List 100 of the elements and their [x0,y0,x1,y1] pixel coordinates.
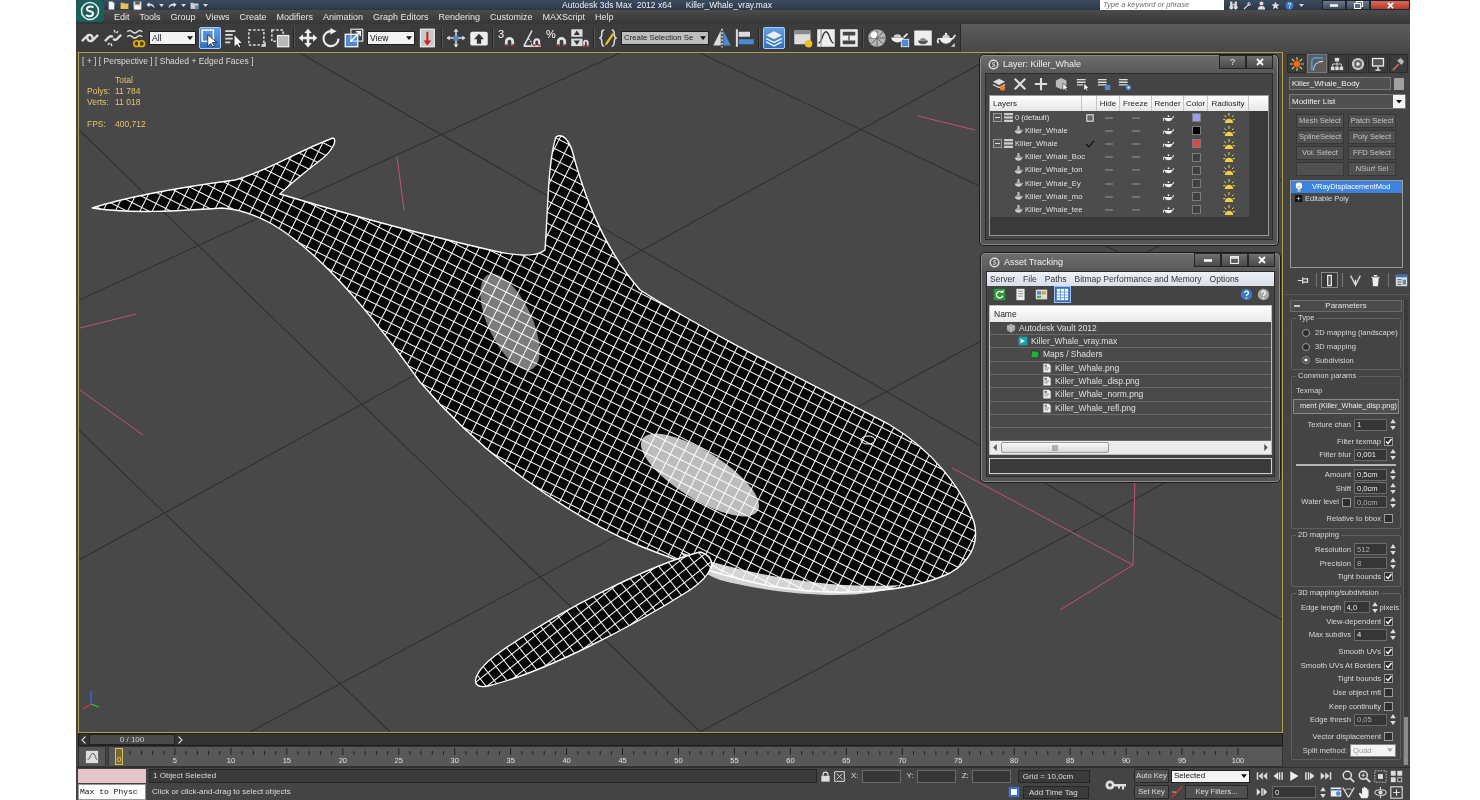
menu-item[interactable]: Rendering [438,11,481,23]
spinner-arrows-icon[interactable] [1390,469,1396,481]
hand-icon[interactable] [1358,786,1371,799]
rotate-icon[interactable] [321,28,341,48]
teapot-icon[interactable] [1162,166,1174,175]
teapot-icon[interactable] [1162,205,1174,214]
lock-icon[interactable] [820,770,831,782]
tree-row[interactable]: Maps / Shaders [990,348,1271,362]
zoom-all-icon[interactable] [1358,770,1371,783]
angle-snap-icon[interactable] [522,28,542,48]
stack-tool-button[interactable] [1320,272,1338,288]
coordinate-field[interactable] [916,769,956,783]
zoom-extents-all-icon[interactable] [1390,770,1403,783]
checkbox[interactable] [1384,688,1393,698]
align-icon[interactable] [735,28,755,48]
teapot-icon[interactable] [1162,126,1174,135]
spinner-arrows-icon[interactable] [1390,482,1396,494]
panel-tab[interactable] [1368,54,1388,73]
viewport[interactable] [78,52,1283,733]
sun-icon[interactable] [1222,138,1235,149]
caret-icon[interactable] [181,3,186,7]
question-icon[interactable] [1257,288,1270,302]
menu-item[interactable]: MAXScript [542,11,586,23]
close-button[interactable] [1248,253,1275,267]
new-file-icon[interactable] [107,0,116,10]
color-swatch-icon[interactable] [1191,192,1201,202]
cube-cursor-icon[interactable] [1055,77,1069,91]
menu-item[interactable]: Paths [1044,273,1067,284]
spinner-arrows-icon[interactable] [1390,449,1396,461]
time-tag-field[interactable]: Add Time Tag [1023,785,1089,799]
new-layer-icon[interactable] [992,77,1006,91]
chevron-left-icon[interactable] [81,735,86,744]
wrench-icon[interactable] [1243,0,1252,10]
checkbox[interactable] [1384,572,1393,582]
panel-tab[interactable] [1287,54,1307,73]
broken-chain-icon[interactable] [103,28,123,48]
menu-item[interactable]: File [1023,273,1037,284]
stack-tool-button[interactable] [1393,272,1410,288]
star-icon[interactable] [1271,0,1280,10]
spinner-arrows-icon[interactable] [1390,496,1396,508]
layer-manager-button[interactable] [763,27,785,49]
plus-icon[interactable] [1034,77,1048,91]
help-icon[interactable] [1240,288,1253,302]
play-icon[interactable] [1288,770,1300,782]
time-slider-thumb[interactable]: 0 / 100 [89,734,175,745]
coordinate-field[interactable] [861,769,901,783]
layers-dot-icon[interactable] [1118,77,1132,91]
minimize-button[interactable] [1322,0,1346,10]
window-crossing-icon[interactable] [270,28,290,48]
key-set-dropdown[interactable]: Selected [1171,769,1250,783]
minimize-button[interactable] [1194,253,1221,267]
sun-icon[interactable] [1222,125,1235,136]
move-icon[interactable] [298,28,318,48]
ribbon-window-icon[interactable] [793,28,813,48]
close-button[interactable] [1370,0,1410,10]
color-swatch-icon[interactable] [1191,113,1201,123]
menu-item[interactable]: Help [595,11,614,23]
radio-button[interactable] [1302,342,1310,351]
menu-item[interactable]: Animation [322,11,363,23]
sun-icon[interactable] [1222,152,1235,163]
caret-icon[interactable] [1299,3,1304,7]
teapot-icon[interactable] [1162,179,1174,188]
tree-row[interactable]: Killer_Whale_vray.max [990,335,1271,349]
checkmark-icon[interactable] [1084,139,1095,148]
vertical-scrollbar[interactable] [1403,300,1408,765]
menu-item[interactable]: Bitmap Performance and Memory [1074,273,1202,284]
sun-icon[interactable] [1222,112,1235,123]
listener-input-field[interactable]: Max to Physc [78,784,146,800]
collapse-box-icon[interactable] [993,113,1002,123]
collapse-box-icon[interactable] [993,139,1002,149]
crosshair-icon[interactable] [446,28,466,48]
checkbox[interactable] [1384,616,1393,626]
wave-chain-icon[interactable] [126,28,146,48]
teapot-icon[interactable] [1162,139,1174,148]
spinner-arrows-icon[interactable] [1390,629,1396,641]
color-swatch-icon[interactable] [1191,205,1201,215]
teapot-icon[interactable] [1162,153,1174,162]
spinner-arrows-icon[interactable] [1390,543,1396,555]
rendered-frame-icon[interactable] [913,28,933,48]
person-icon[interactable] [1257,0,1266,10]
app-logo-icon[interactable] [76,0,104,22]
caret-icon[interactable] [159,3,164,7]
close-button[interactable] [1246,55,1273,69]
checkbox[interactable] [1384,436,1393,446]
go-to-end-icon[interactable] [1320,770,1332,782]
checkbox[interactable] [1384,647,1393,657]
panel-tab[interactable] [1348,54,1368,73]
checkbox[interactable] [1384,514,1393,524]
maximize-button[interactable] [1221,253,1248,267]
radio-button[interactable] [1302,328,1310,337]
menu-item[interactable]: Tools [139,11,161,23]
maximize-viewport-icon[interactable] [1390,786,1403,799]
checkbox[interactable] [1384,660,1393,670]
folder-icon[interactable] [120,0,129,10]
path-field[interactable] [989,458,1272,474]
scale-icon[interactable] [344,28,364,48]
zoom-icon[interactable] [1342,770,1355,783]
curve-editor-icon[interactable] [816,28,836,48]
square-icon[interactable] [1085,113,1094,122]
layers-cursor-icon[interactable] [1076,77,1090,91]
